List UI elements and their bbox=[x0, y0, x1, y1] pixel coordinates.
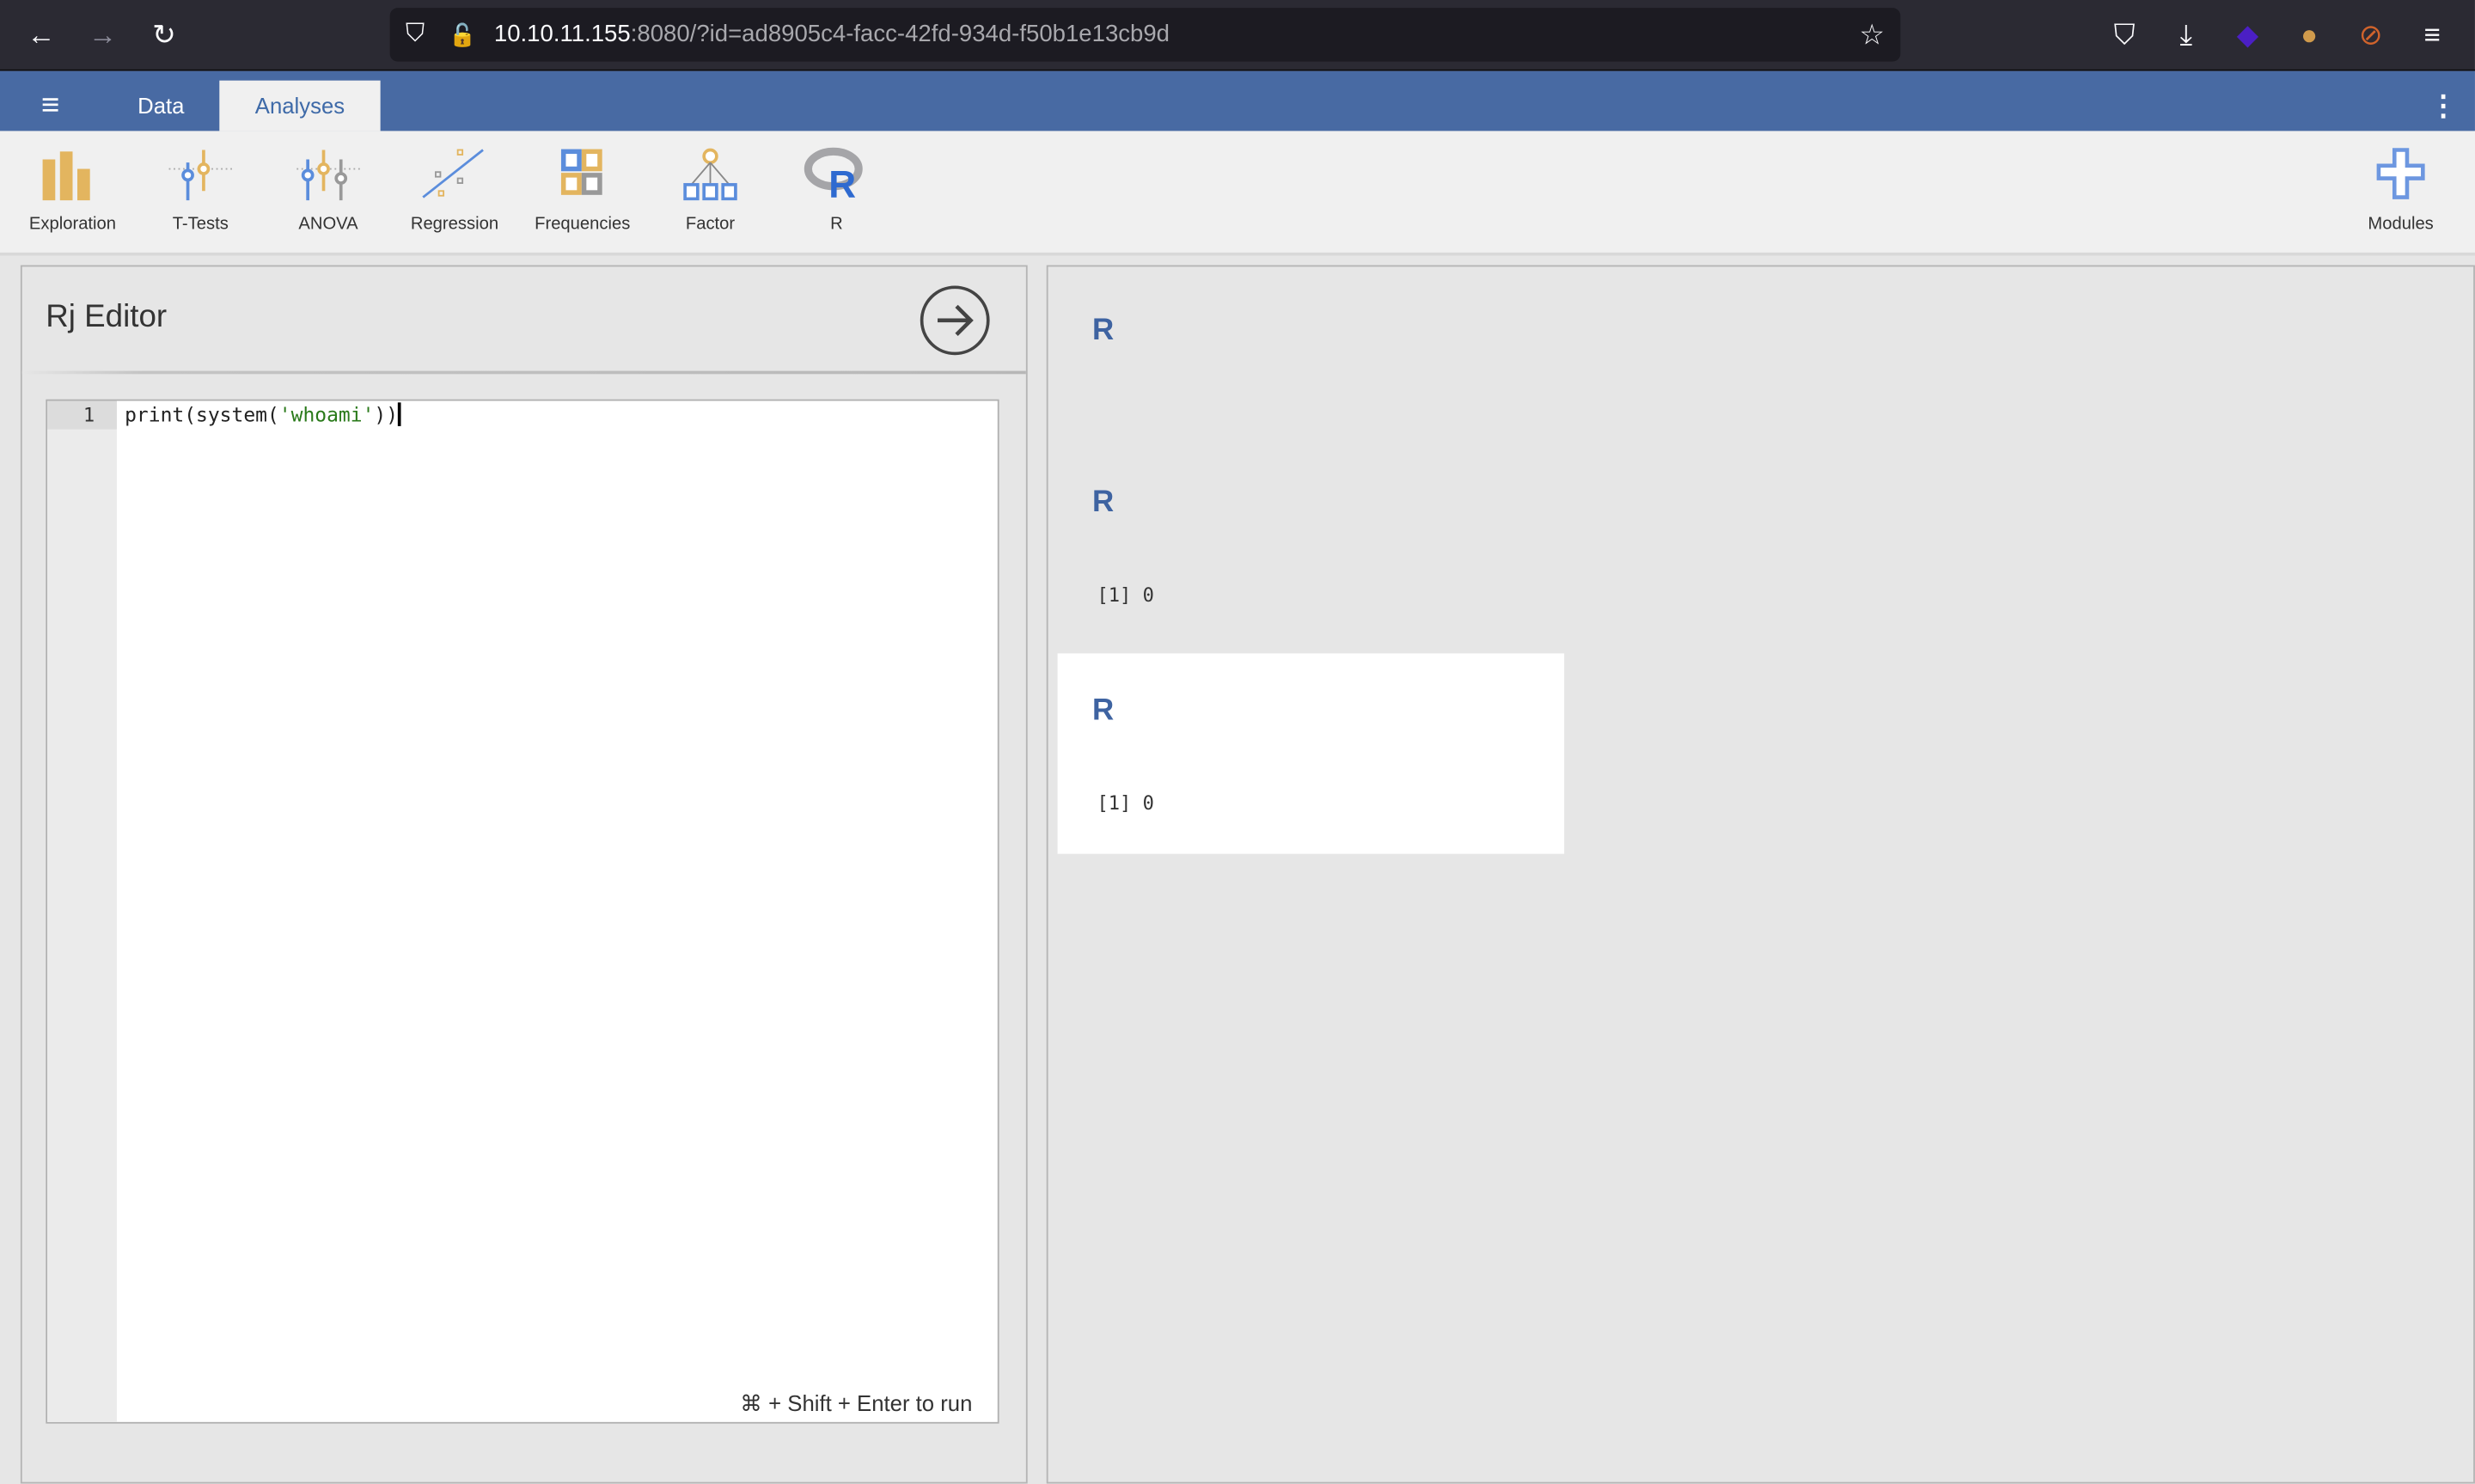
ribbon-frequencies[interactable]: Frequencies bbox=[519, 147, 645, 234]
pocket-icon[interactable]: ⛉ bbox=[2105, 15, 2143, 53]
arrow-right-icon bbox=[937, 304, 974, 337]
ribbon-label: Frequencies bbox=[535, 214, 631, 234]
ribbon-label: T-Tests bbox=[172, 214, 229, 234]
hamburger-menu-icon[interactable]: ≡ bbox=[28, 81, 72, 131]
screen: ← → ↻ ⛉ 🔓 10.10.11.155:8080/?id=ad8905c4… bbox=[0, 0, 2475, 1484]
code-line[interactable]: print(system('whoami')) bbox=[125, 401, 400, 430]
line-gutter bbox=[47, 400, 117, 1422]
back-icon[interactable]: ← bbox=[22, 15, 60, 53]
regression-icon bbox=[422, 149, 484, 198]
download-icon[interactable]: ⤓ bbox=[2167, 15, 2205, 53]
line-number: 1 bbox=[47, 400, 117, 430]
ribbon-r[interactable]: R R bbox=[773, 147, 900, 234]
fox-blocked-icon[interactable]: ⊘ bbox=[2352, 15, 2390, 53]
ribbon-label: Factor bbox=[685, 214, 736, 234]
browser-toolbar: ← → ↻ ⛉ 🔓 10.10.11.155:8080/?id=ad8905c4… bbox=[0, 0, 2475, 71]
ribbon-label: R bbox=[830, 214, 843, 234]
rj-editor-panel: Rj Editor 1 print(system('whoami')) ⌘ + … bbox=[20, 265, 1028, 1484]
ribbon-factor[interactable]: Factor bbox=[647, 147, 773, 234]
r-logo-icon: R bbox=[804, 147, 863, 201]
forward-icon[interactable]: → bbox=[83, 15, 121, 53]
app-header: ≡ Data Analyses ⋮ bbox=[0, 70, 2475, 131]
results-panel: R R [1] 0 R [1] 0 bbox=[1046, 265, 2475, 1484]
run-button[interactable] bbox=[920, 285, 990, 356]
frequencies-icon bbox=[560, 149, 602, 195]
tab-analyses[interactable]: Analyses bbox=[219, 80, 381, 131]
ribbon-exploration[interactable]: Exploration bbox=[9, 147, 136, 234]
star-icon[interactable]: ☆ bbox=[1853, 15, 1891, 53]
ribbon-anova[interactable]: ANOVA bbox=[266, 147, 392, 234]
modules-button[interactable]: Modules bbox=[2338, 147, 2464, 234]
analyses-ribbon: Exploration T-Tests ANOVA Regression Fre… bbox=[0, 131, 2475, 256]
code-editor[interactable]: 1 print(system('whoami')) ⌘ + Shift + En… bbox=[46, 399, 999, 1424]
ribbon-label: ANOVA bbox=[298, 214, 358, 234]
menu-icon[interactable]: ≡ bbox=[2413, 15, 2451, 53]
insecure-lock-icon[interactable]: 🔓 bbox=[443, 15, 481, 53]
result-heading[interactable]: R bbox=[1092, 315, 1114, 349]
ribbon-label: Exploration bbox=[28, 214, 117, 234]
exploration-icon bbox=[42, 151, 90, 201]
url-text[interactable]: 10.10.11.155:8080/?id=ad8905c4-facc-42fd… bbox=[494, 21, 1170, 47]
shield-icon[interactable]: ⛉ bbox=[396, 15, 434, 53]
selected-result[interactable] bbox=[1057, 653, 1565, 854]
tab-data[interactable]: Data bbox=[113, 81, 208, 131]
svg-text:R: R bbox=[828, 164, 856, 201]
ttests-icon bbox=[168, 150, 232, 201]
modules-label: Modules bbox=[2368, 214, 2434, 234]
url-bar[interactable]: ⛉ 🔓 10.10.11.155:8080/?id=ad8905c4-facc-… bbox=[389, 8, 1901, 62]
ribbon-label: Regression bbox=[410, 214, 499, 234]
anova-icon bbox=[296, 150, 360, 201]
result-heading[interactable]: R bbox=[1092, 694, 1114, 729]
text-cursor bbox=[398, 402, 400, 426]
more-options-icon[interactable]: ⋮ bbox=[2428, 81, 2460, 131]
ribbon-regression[interactable]: Regression bbox=[392, 147, 518, 234]
plus-icon bbox=[2376, 148, 2425, 199]
extension-icon[interactable]: ◆ bbox=[2228, 15, 2266, 53]
reload-icon[interactable]: ↻ bbox=[145, 15, 183, 53]
ribbon-ttests[interactable]: T-Tests bbox=[138, 147, 264, 234]
cookie-icon[interactable]: ● bbox=[2290, 15, 2328, 53]
url-host: 10.10.11.155 bbox=[493, 20, 631, 48]
result-output: [1] 0 bbox=[1097, 583, 1154, 607]
factor-icon bbox=[683, 148, 737, 201]
divider bbox=[21, 370, 1026, 375]
editor-title: Rj Editor bbox=[46, 299, 168, 335]
run-shortcut-hint: ⌘ + Shift + Enter to run bbox=[740, 1390, 973, 1416]
result-heading[interactable]: R bbox=[1092, 486, 1114, 521]
url-path: :8080/?id=ad8905c4-facc-42fd-934d-f50b1e… bbox=[630, 20, 1170, 48]
result-output: [1] 0 bbox=[1097, 792, 1154, 815]
